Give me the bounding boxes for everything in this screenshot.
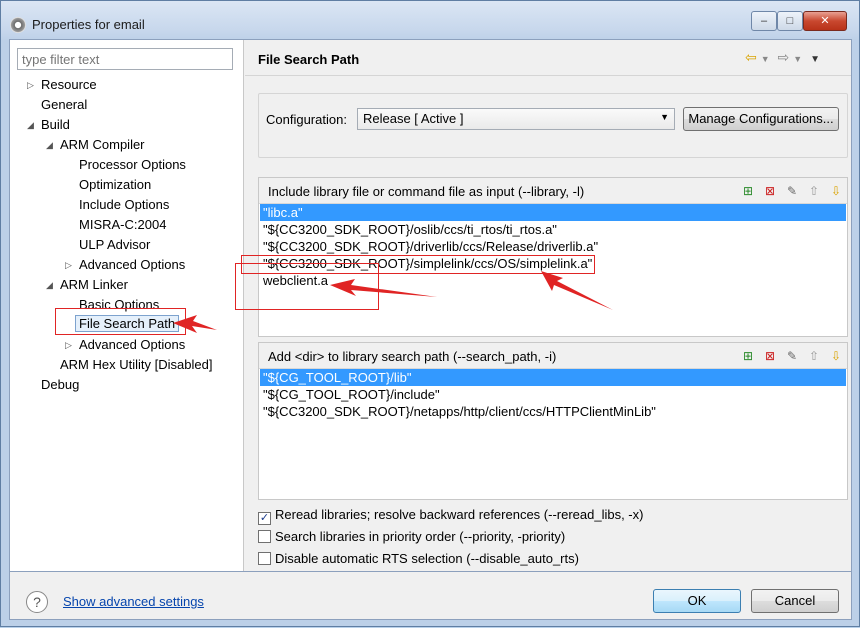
annotation-arrow-icon: [541, 271, 613, 310]
annotation-arrow-icon: [330, 279, 437, 297]
properties-window: Properties for email – □ ✕ ▷ Resource Ge…: [0, 0, 860, 627]
annotation-arrows: [173, 271, 613, 333]
annotation-arrow-icon: [173, 315, 217, 333]
